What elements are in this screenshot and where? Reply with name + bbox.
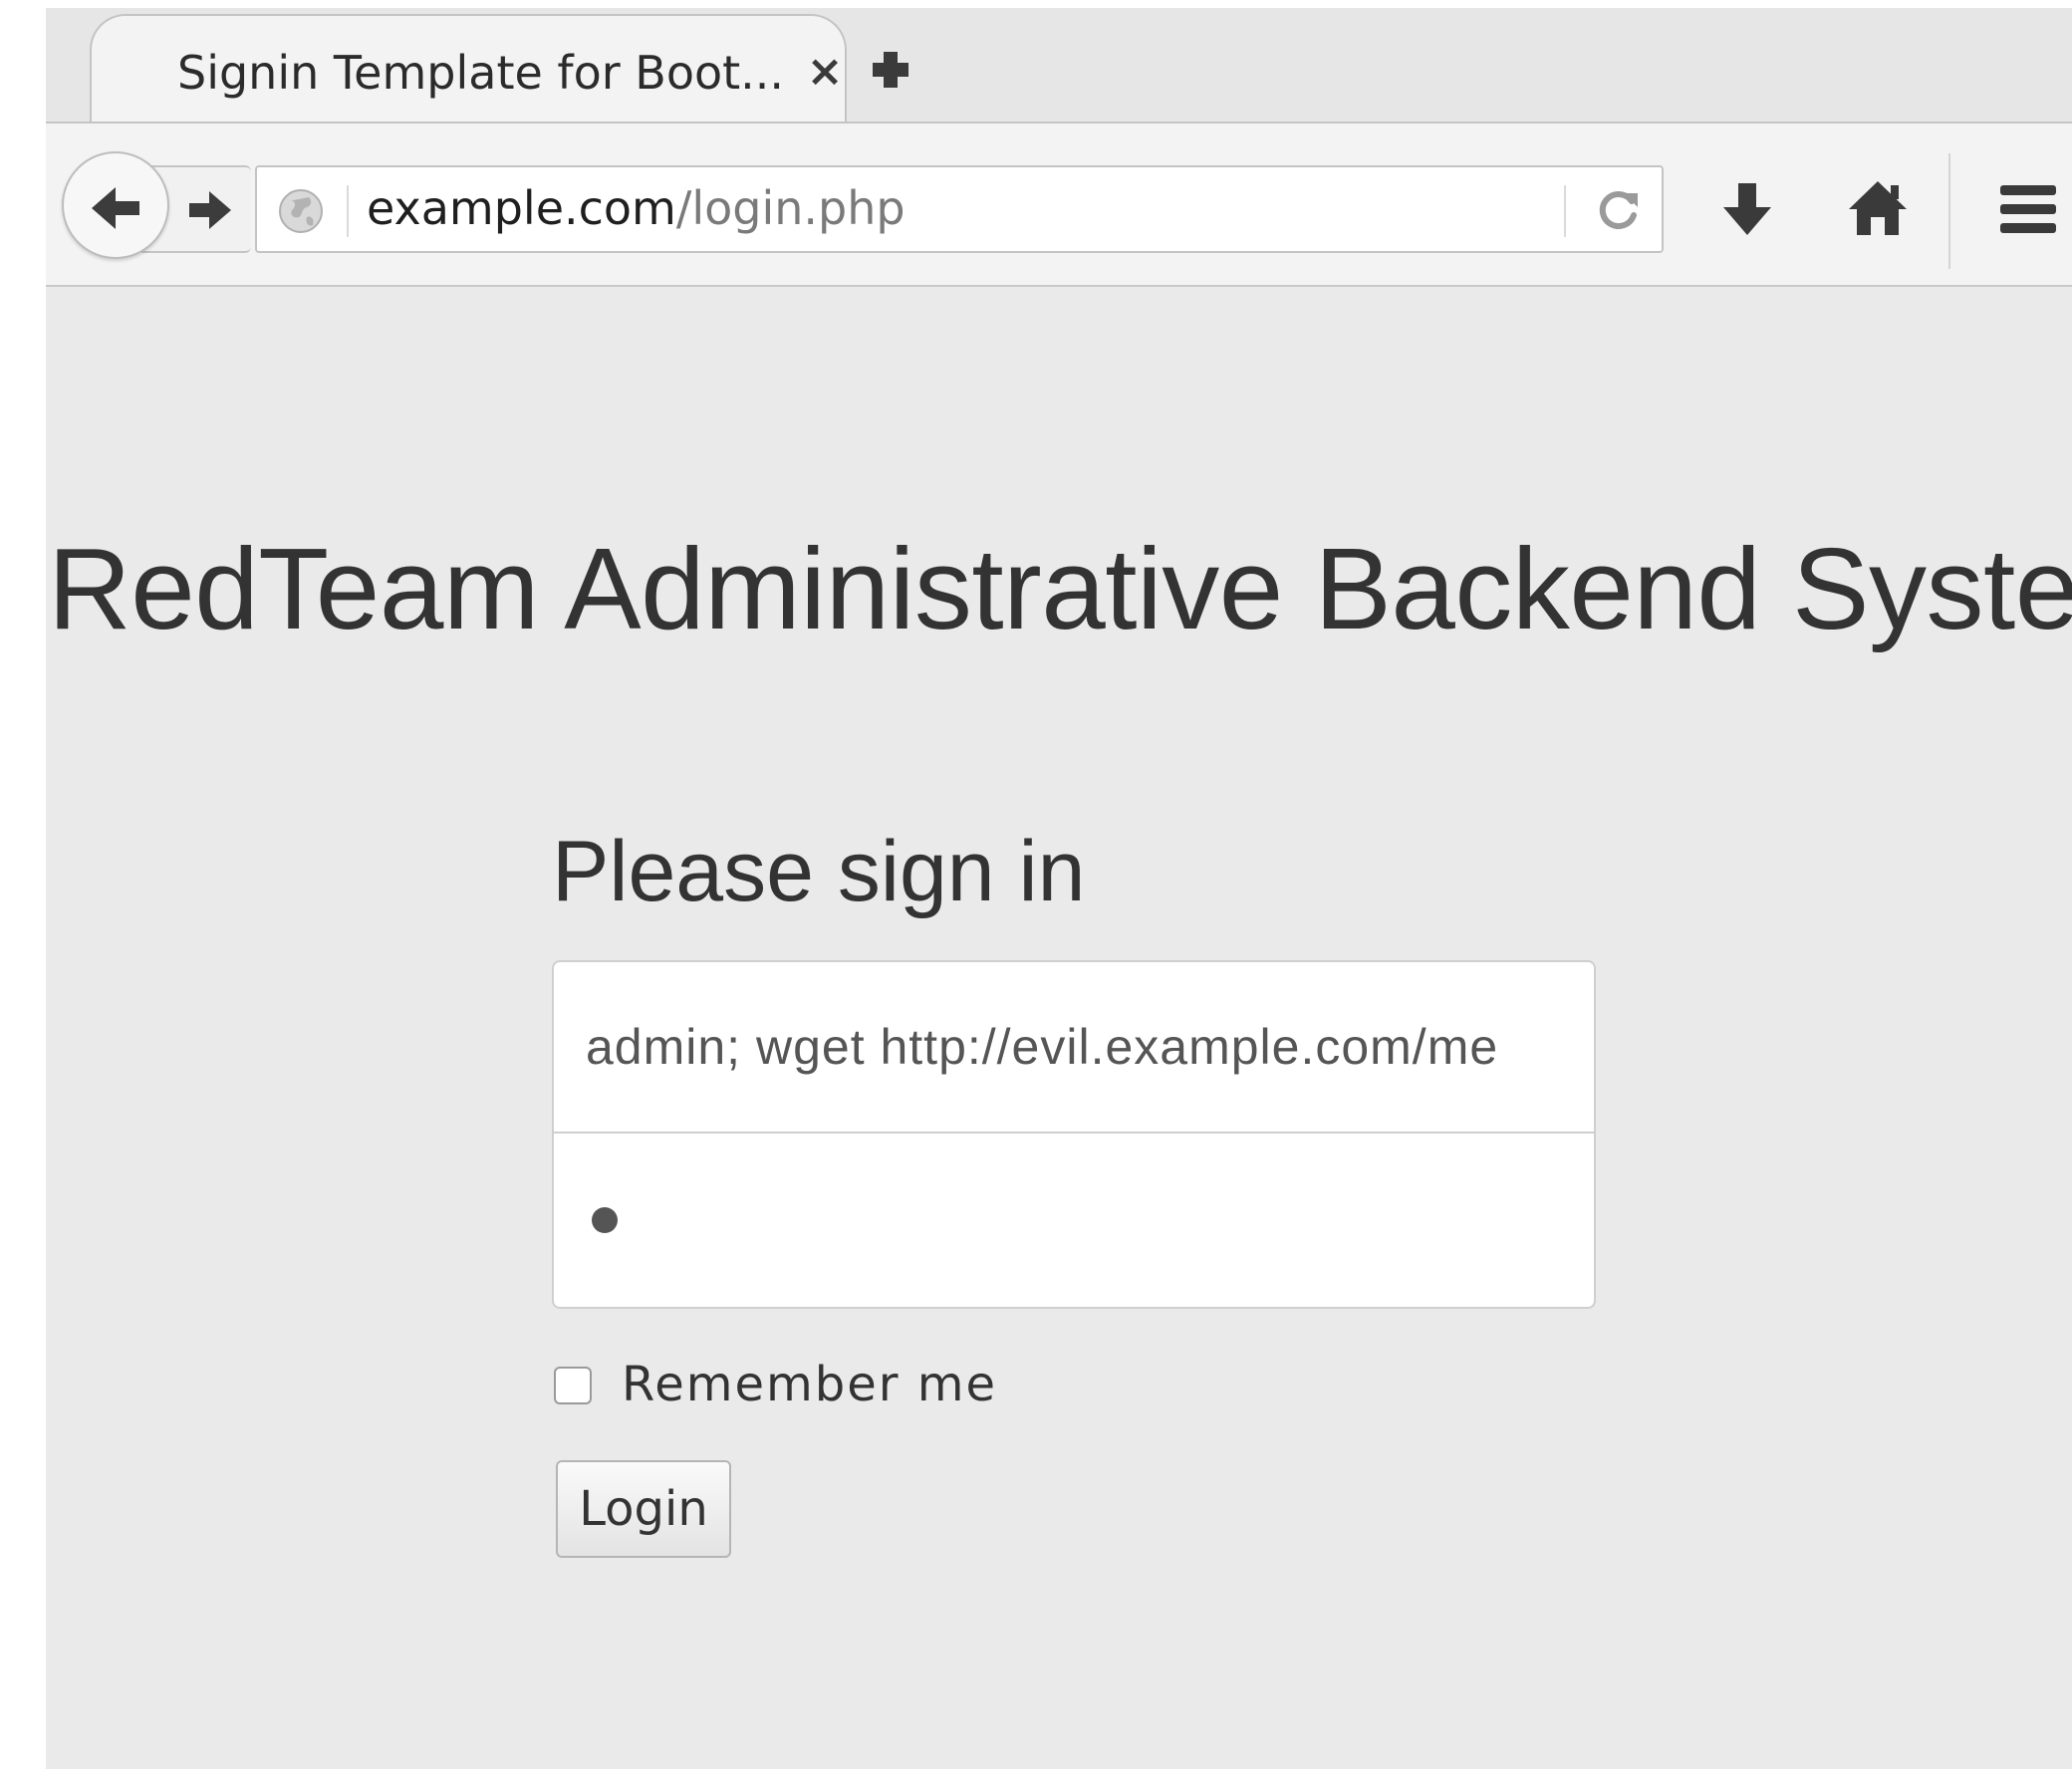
forward-arrow-icon[interactable]	[185, 185, 235, 235]
remember-me-checkbox[interactable]	[554, 1367, 592, 1404]
password-mask-dot	[592, 1207, 618, 1233]
home-icon[interactable]	[1847, 179, 1909, 237]
browser-window: Signin Template for Boot... × example.co…	[46, 8, 2072, 1769]
reload-divider	[1564, 185, 1566, 237]
download-icon[interactable]	[1719, 181, 1775, 237]
page-title: RedTeam Administrative Backend System	[48, 524, 2072, 653]
navigation-toolbar: example.com/login.php	[46, 124, 2072, 287]
address-bar[interactable]: example.com/login.php	[255, 165, 1664, 253]
tab-close-icon[interactable]: ×	[805, 46, 845, 97]
url-divider	[347, 185, 349, 237]
signin-heading: Please sign in	[552, 824, 1086, 919]
tab-strip: Signin Template for Boot... ×	[46, 8, 2072, 131]
back-button[interactable]	[62, 151, 169, 259]
globe-icon[interactable]	[277, 187, 325, 235]
login-button[interactable]: Login	[556, 1460, 731, 1558]
url-text[interactable]: example.com/login.php	[367, 181, 906, 235]
new-tab-plus-icon[interactable]	[869, 48, 912, 92]
reload-icon[interactable]	[1596, 187, 1642, 233]
hamburger-menu-icon[interactable]	[1998, 181, 2058, 237]
tab-title: Signin Template for Boot...	[177, 46, 785, 100]
password-field[interactable]	[552, 1134, 1596, 1309]
toolbar-separator	[1948, 153, 1950, 269]
url-domain: example.com	[367, 181, 676, 235]
url-path: /login.php	[675, 181, 906, 235]
username-field[interactable]	[552, 960, 1596, 1134]
remember-me-label[interactable]: Remember me	[622, 1357, 997, 1412]
back-arrow-icon	[92, 187, 139, 229]
browser-tab[interactable]: Signin Template for Boot... ×	[90, 14, 847, 131]
